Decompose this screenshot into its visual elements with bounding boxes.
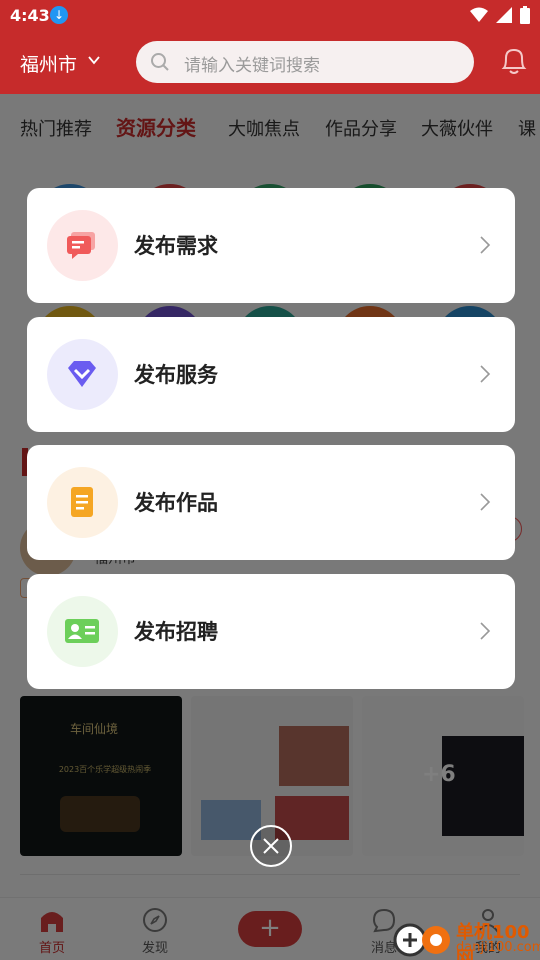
menu-label: 发布需求 [134, 234, 218, 258]
status-time: 4:43 [10, 6, 50, 25]
search-input[interactable]: 请输入关键词搜索 [184, 51, 320, 76]
notification-bell-icon[interactable] [500, 46, 528, 76]
document-icon [71, 487, 93, 517]
menu-icon-bg [47, 210, 118, 281]
status-bar: 4:43 ↓ [0, 0, 540, 30]
watermark: 单机100网 danji100.com [392, 916, 540, 960]
city-selector[interactable]: 福州市 [20, 50, 77, 77]
watermark-logo-icon [393, 923, 450, 957]
chevron-right-icon [480, 622, 491, 640]
chevron-right-icon [480, 365, 491, 383]
top-bar: 福州市 请输入关键词搜索 [0, 30, 540, 94]
message-icon [67, 232, 95, 259]
menu-icon-bg [47, 339, 118, 410]
chevron-right-icon [480, 493, 491, 511]
diamond-icon [68, 361, 96, 387]
chevron-right-icon [480, 236, 491, 254]
watermark-url: danji100.com [456, 940, 540, 955]
system-icons [470, 6, 530, 24]
publish-overlay[interactable]: 发布需求 发布服务 发布作品 发布招聘 [0, 94, 540, 960]
menu-label: 发布服务 [134, 363, 218, 387]
menu-icon-bg [47, 596, 118, 667]
download-icon: ↓ [50, 6, 68, 24]
menu-label: 发布招聘 [134, 620, 218, 644]
search-icon [151, 53, 169, 71]
menu-icon-bg [47, 467, 118, 538]
publish-recruit-option[interactable]: 发布招聘 [27, 574, 515, 689]
battery-icon [520, 6, 530, 24]
signal-icon [496, 7, 512, 23]
id-card-icon [65, 619, 99, 643]
publish-demand-option[interactable]: 发布需求 [27, 188, 515, 303]
close-icon [263, 838, 279, 854]
search-bar[interactable]: 请输入关键词搜索 [136, 41, 474, 83]
publish-service-option[interactable]: 发布服务 [27, 317, 515, 432]
wifi-icon [470, 7, 488, 22]
close-button[interactable] [250, 825, 292, 867]
chevron-down-icon[interactable] [88, 54, 100, 66]
publish-works-option[interactable]: 发布作品 [27, 445, 515, 560]
menu-label: 发布作品 [134, 491, 218, 515]
